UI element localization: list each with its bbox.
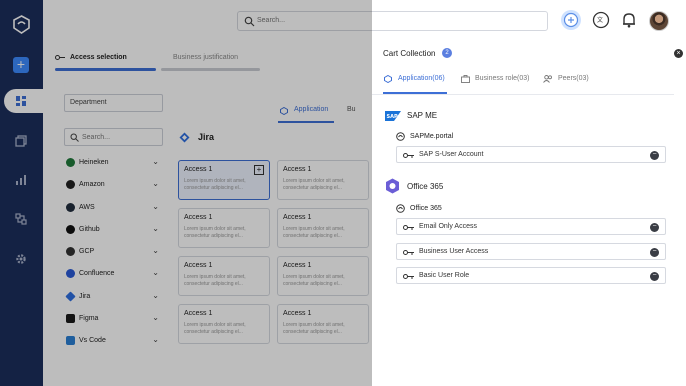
notification-bell-icon[interactable] (619, 10, 639, 30)
key-icon (403, 274, 414, 279)
cart-tab-peers[interactable]: Peers(03) (558, 75, 589, 82)
sap-logo-icon: SAP (385, 111, 401, 121)
modal-backdrop[interactable] (0, 0, 372, 386)
portal-label-sapme: SAPMe.portal (410, 133, 454, 140)
cart-access-row: Business User Access − (396, 243, 666, 260)
key-icon (403, 225, 414, 230)
key-icon (403, 153, 414, 158)
cart-title: Cart Collection (383, 49, 436, 58)
peers-icon (543, 75, 552, 83)
remove-icon[interactable]: − (650, 223, 659, 232)
cart-count-badge: 2 (442, 48, 452, 58)
cart-tab-application[interactable]: Application(06) (398, 75, 445, 82)
cart-collection-panel: Cart Collection 2 × Application(06) Busi… (372, 41, 686, 386)
portal-icon (396, 132, 405, 141)
access-name: Business User Access (419, 248, 489, 255)
svg-text:SAP: SAP (387, 114, 398, 120)
application-tab-icon (384, 75, 392, 83)
portal-icon (396, 204, 405, 213)
remove-icon[interactable]: − (650, 151, 659, 160)
access-name: Basic User Role (419, 272, 470, 279)
cart-app-office-365: Office 365 (407, 182, 444, 191)
business-role-icon (461, 75, 470, 83)
translate-icon[interactable]: 文 (591, 10, 611, 30)
cart-tab-business-role[interactable]: Business role(03) (475, 75, 529, 82)
close-icon[interactable]: × (674, 49, 683, 58)
remove-icon[interactable]: − (650, 248, 659, 257)
tab-divider (372, 94, 674, 95)
cart-shield-icon[interactable] (561, 10, 581, 30)
cart-access-row: Basic User Role − (396, 267, 666, 284)
portal-label-office365: Office 365 (410, 205, 442, 212)
cart-app-sap-me: SAP ME (407, 111, 438, 120)
cart-access-row: Email Only Access − (396, 218, 666, 235)
cart-access-row: SAP S-User Account − (396, 146, 666, 163)
access-name: Email Only Access (419, 223, 477, 230)
remove-icon[interactable]: − (650, 272, 659, 281)
svg-text:文: 文 (597, 16, 603, 24)
office365-logo-icon (386, 178, 399, 194)
user-avatar[interactable] (649, 11, 669, 31)
access-name: SAP S-User Account (419, 151, 484, 158)
key-icon (403, 250, 414, 255)
